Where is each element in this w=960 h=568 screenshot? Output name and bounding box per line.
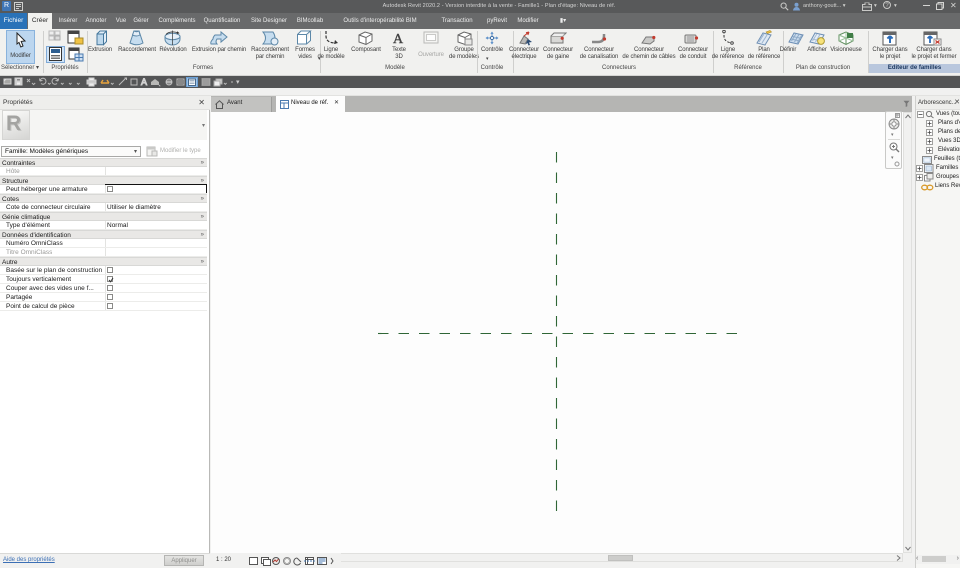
svg-text:A: A	[141, 77, 147, 87]
svg-text:A: A	[393, 32, 404, 46]
